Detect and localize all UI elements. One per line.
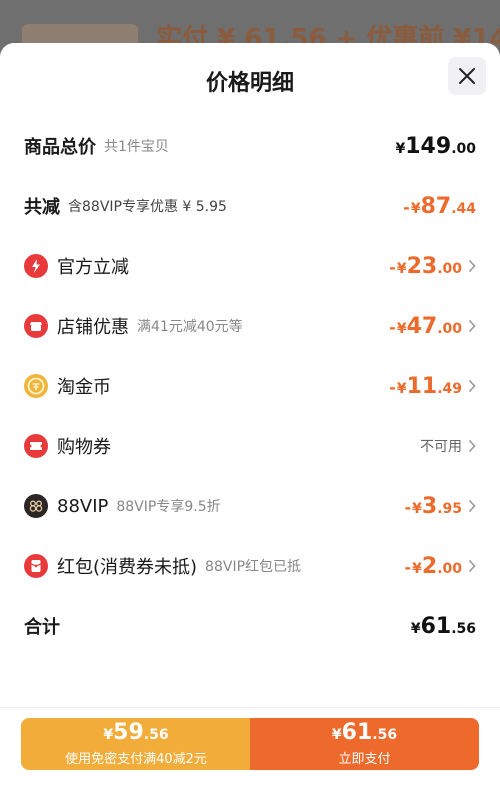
red-packet-note: 88VIP红包已抵 bbox=[205, 559, 302, 575]
close-icon bbox=[459, 68, 475, 84]
88vip-icon bbox=[24, 494, 48, 518]
row-sum: 合计 ¥61.56 bbox=[24, 611, 476, 641]
row-88vip[interactable]: 88VIP 88VIP专享9.5折 - ¥3.95 bbox=[24, 491, 476, 521]
store-discount-note: 满41元减40元等 bbox=[137, 319, 243, 335]
store-discount-amount: - ¥47.00 bbox=[389, 313, 462, 339]
close-button[interactable] bbox=[448, 57, 486, 95]
taobao-coin-amount: - ¥11.49 bbox=[389, 373, 462, 399]
88vip-amount: - ¥3.95 bbox=[404, 493, 462, 519]
item-count: 共1件宝贝 bbox=[104, 139, 169, 155]
row-shopping-coupon[interactable]: 购物券 不可用 bbox=[24, 431, 476, 461]
row-official-discount[interactable]: 官方立减 - ¥23.00 bbox=[24, 251, 476, 281]
chevron-right-icon bbox=[468, 259, 476, 273]
88vip-note: 88VIP专享9.5折 bbox=[116, 499, 221, 515]
chevron-right-icon bbox=[468, 439, 476, 453]
store-discount-label: 店铺优惠 bbox=[57, 317, 129, 338]
88vip-label: 88VIP bbox=[57, 495, 109, 517]
payment-footer: ¥59.56 使用免密支付满40减2元 ¥61.56 立即支付 bbox=[0, 707, 500, 790]
vip-discount-note: 含88VIP专享优惠 ¥ 5.95 bbox=[68, 199, 227, 215]
coupon-status: 不可用 bbox=[420, 439, 462, 455]
sum-amount: ¥61.56 bbox=[410, 613, 476, 639]
red-packet-icon bbox=[24, 554, 48, 578]
total-reduction-label: 共减 bbox=[24, 197, 60, 218]
sheet-title: 价格明细 bbox=[205, 71, 294, 96]
pay-now-label: 立即支付 bbox=[338, 752, 391, 767]
row-store-discount[interactable]: 店铺优惠 满41元减40元等 - ¥47.00 bbox=[24, 311, 476, 341]
chevron-right-icon bbox=[468, 319, 476, 333]
password-free-pay-note: 使用免密支付满40减2元 bbox=[65, 752, 207, 767]
shopping-coupon-label: 购物券 bbox=[57, 437, 111, 458]
chevron-right-icon bbox=[468, 499, 476, 513]
store-icon bbox=[24, 314, 48, 338]
official-discount-amount: - ¥23.00 bbox=[389, 253, 462, 279]
taobao-coin-label: 淘金币 bbox=[57, 377, 111, 398]
pay-now-button[interactable]: ¥61.56 立即支付 bbox=[250, 718, 479, 770]
red-packet-label: 红包(消费券未抵) bbox=[57, 557, 198, 578]
red-packet-amount: - ¥2.00 bbox=[404, 553, 462, 579]
lightning-icon bbox=[24, 254, 48, 278]
ticket-icon bbox=[24, 434, 48, 458]
row-total-reduction: 共减 含88VIP专享优惠 ¥ 5.95 - ¥87.44 bbox=[24, 191, 476, 221]
price-detail-sheet: 价格明细 商品总价 共1件宝贝 ¥149.00 共减 含88VIP专享优惠 ¥ … bbox=[0, 43, 500, 790]
total-reduction-amount: - ¥87.44 bbox=[403, 193, 476, 219]
pay-now-price: ¥61.56 bbox=[331, 720, 398, 745]
sum-label: 合计 bbox=[24, 617, 60, 638]
total-price-label: 商品总价 bbox=[24, 137, 96, 158]
row-total-price: 商品总价 共1件宝贝 ¥149.00 bbox=[24, 131, 476, 161]
row-red-packet[interactable]: 红包(消费券未抵) 88VIP红包已抵 - ¥2.00 bbox=[24, 551, 476, 581]
chevron-right-icon bbox=[468, 559, 476, 573]
password-free-pay-button[interactable]: ¥59.56 使用免密支付满40减2元 bbox=[21, 718, 251, 770]
chevron-right-icon bbox=[468, 379, 476, 393]
password-free-pay-price: ¥59.56 bbox=[103, 720, 169, 745]
gold-coin-icon bbox=[24, 374, 48, 398]
total-price-amount: ¥149.00 bbox=[395, 133, 477, 159]
official-discount-label: 官方立减 bbox=[57, 257, 129, 278]
row-taobao-coin[interactable]: 淘金币 - ¥11.49 bbox=[24, 371, 476, 401]
